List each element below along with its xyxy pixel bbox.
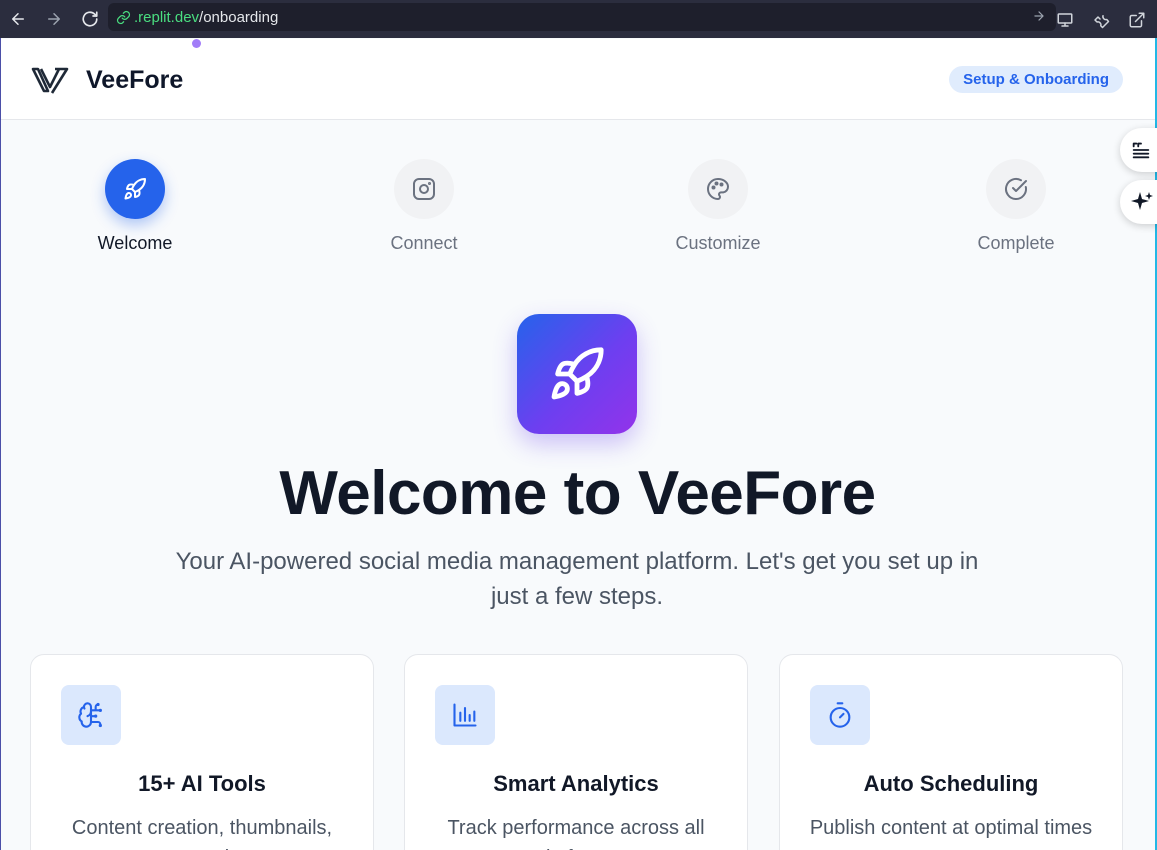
replit-indicator-dot <box>192 39 201 48</box>
step-complete[interactable]: Complete <box>936 159 1096 254</box>
step-label-customize: Customize <box>675 233 761 253</box>
step-label-complete: Complete <box>977 233 1055 253</box>
step-label-connect: Connect <box>390 233 458 253</box>
forward-icon[interactable] <box>38 3 70 35</box>
step-customize[interactable]: Customize <box>638 159 798 254</box>
address-bar[interactable]: .replit.dev/onboarding <box>108 3 1056 31</box>
quote-list-icon <box>1132 142 1150 159</box>
instagram-icon <box>394 159 454 219</box>
rocket-icon <box>105 159 165 219</box>
back-icon[interactable] <box>2 3 34 35</box>
step-welcome[interactable]: Welcome <box>55 159 215 254</box>
bar-chart-icon <box>435 685 495 745</box>
wrench-icon[interactable] <box>1085 4 1117 36</box>
feature-desc: Publish content at optimal times <box>809 817 1093 839</box>
feature-card-analytics: Smart Analytics Track performance across… <box>404 654 748 850</box>
brand-name: VeeFore <box>86 66 184 94</box>
feature-desc: Track performance across all platforms <box>447 817 705 850</box>
app-header: VeeFore Setup & Onboarding <box>1 39 1155 120</box>
step-label-welcome: Welcome <box>97 233 173 253</box>
window-edge-left <box>0 38 1 850</box>
ai-sparkle-widget-button[interactable] <box>1120 180 1157 224</box>
link-icon <box>116 10 131 24</box>
url-host: .replit.dev <box>134 8 200 26</box>
veefore-logo-icon[interactable] <box>31 65 69 95</box>
check-circle-icon <box>986 159 1046 219</box>
timer-icon <box>810 685 870 745</box>
feature-title: Smart Analytics <box>493 771 659 796</box>
feature-desc: Content creation, thumbnails, automation <box>71 817 333 850</box>
hero-rocket-icon <box>517 314 637 434</box>
sparkles-icon <box>1131 192 1153 210</box>
go-arrow-icon[interactable] <box>1032 9 1046 27</box>
palette-icon <box>688 159 748 219</box>
feature-title: 15+ AI Tools <box>138 771 266 796</box>
quote-list-widget-button[interactable] <box>1120 128 1157 172</box>
reload-icon[interactable] <box>74 3 106 35</box>
open-external-icon[interactable] <box>1121 4 1153 36</box>
device-preview-icon[interactable] <box>1049 4 1081 36</box>
url-path: /onboarding <box>199 8 279 26</box>
page-title: Welcome to VeeFore <box>279 459 876 528</box>
brain-icon <box>61 685 121 745</box>
browser-toolbar: .replit.dev/onboarding <box>0 0 1157 38</box>
feature-card-ai-tools: 15+ AI Tools Content creation, thumbnail… <box>30 654 374 850</box>
step-connect[interactable]: Connect <box>344 159 504 254</box>
setup-onboarding-badge: Setup & Onboarding <box>949 66 1123 93</box>
feature-title: Auto Scheduling <box>863 771 1039 796</box>
page-subtitle: Your AI-powered social media management … <box>175 548 979 610</box>
feature-card-scheduling: Auto Scheduling Publish content at optim… <box>779 654 1123 850</box>
